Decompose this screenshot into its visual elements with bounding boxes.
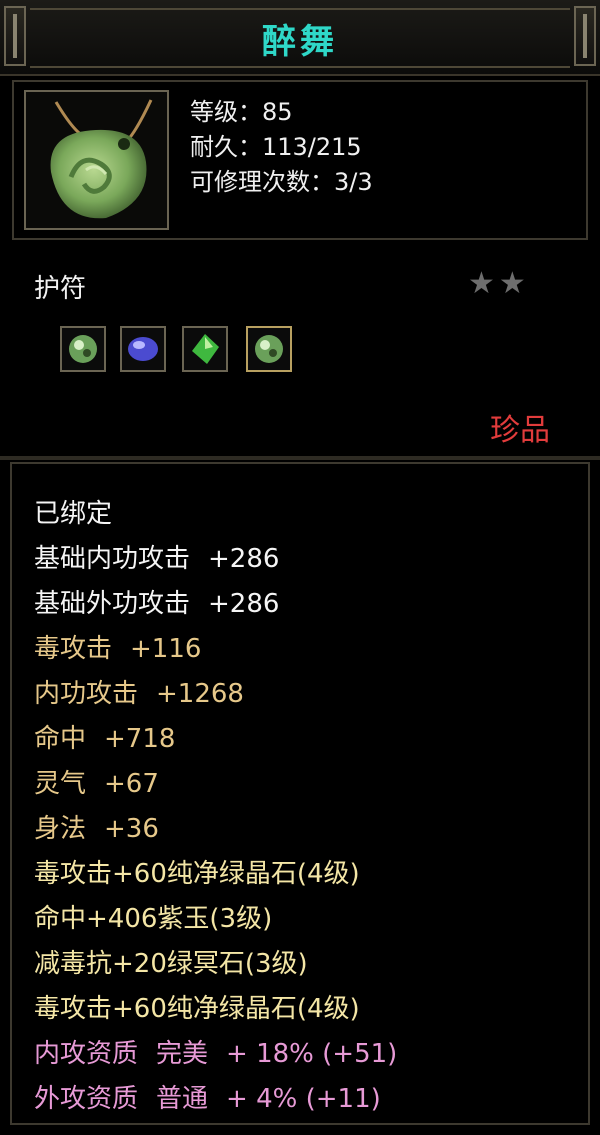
purple-gem-icon (128, 337, 158, 361)
attribute-row: 毒攻击 +116 (34, 628, 201, 665)
attribute-value: +116 (130, 634, 202, 664)
jade-gem-icon (69, 335, 97, 363)
item-repair-count: 可修理次数：3/3 (190, 168, 373, 196)
quality-name: 外攻资质 (34, 1084, 139, 1114)
item-header: 等级：85 耐久：113/215 可修理次数：3/3 (12, 80, 588, 240)
gem-slot-1[interactable] (60, 326, 106, 372)
gem-effect-row: 毒攻击+60纯净绿晶石(4级) (34, 859, 360, 889)
quality-row: 外攻资质 普通 + 4% (+11) (34, 1078, 381, 1115)
quality-grade: 完美 (156, 1039, 209, 1069)
item-category: 护符 (34, 274, 87, 304)
quality-value: + 18% (+51) (226, 1039, 398, 1069)
attribute-name: 基础内功攻击 (34, 544, 191, 574)
quality-row: 内攻资质 完美 + 18% (+51) (34, 1033, 397, 1070)
attribute-row: 基础内功攻击 +286 (34, 538, 279, 575)
attribute-row: 身法 +36 (34, 808, 159, 845)
star-rating-icon: ★★ (468, 266, 530, 301)
gem-effect-row: 命中+406紫玉(3级) (34, 904, 273, 934)
amulet-icon (24, 90, 169, 230)
jade-gem-icon (255, 335, 283, 363)
attribute-row: 内功攻击 +1268 (34, 673, 244, 710)
attribute-name: 命中 (34, 724, 87, 754)
gem-effect-row: 毒攻击+60纯净绿晶石(4级) (34, 994, 360, 1024)
attribute-row: 基础外功攻击 +286 (34, 583, 279, 620)
bound-status: 已绑定 (34, 499, 113, 529)
section-divider (0, 456, 600, 460)
green-crystal-icon (192, 334, 219, 364)
attribute-value: +718 (104, 724, 176, 754)
attribute-name: 毒攻击 (34, 634, 113, 664)
attribute-row: 命中 +718 (34, 718, 175, 755)
attribute-value: +1268 (156, 679, 244, 709)
item-durability: 耐久：113/215 (190, 133, 362, 161)
attribute-value: +286 (208, 544, 280, 574)
attribute-name: 身法 (34, 814, 87, 844)
attribute-value: +286 (208, 589, 280, 619)
attribute-name: 灵气 (34, 769, 87, 799)
attribute-value: +36 (104, 814, 159, 844)
quality-name: 内攻资质 (34, 1039, 139, 1069)
item-level: 等级：85 (190, 98, 293, 126)
gem-slot-4[interactable] (246, 326, 292, 372)
item-name: 醉舞 (262, 22, 338, 62)
gem-slot-3[interactable] (182, 326, 228, 372)
quality-value: + 4% (+11) (226, 1084, 381, 1114)
gem-effect-row: 减毒抗+20绿冥石(3级) (34, 949, 308, 979)
title-bar: 醉舞 (0, 0, 600, 76)
attribute-value: +67 (104, 769, 159, 799)
quality-grade: 普通 (156, 1084, 209, 1114)
attribute-name: 内功攻击 (34, 679, 139, 709)
attribute-row: 灵气 +67 (34, 763, 159, 800)
attribute-name: 基础外功攻击 (34, 589, 191, 619)
gem-slot-2[interactable] (120, 326, 166, 372)
rarity-label: 珍品 (490, 413, 550, 448)
